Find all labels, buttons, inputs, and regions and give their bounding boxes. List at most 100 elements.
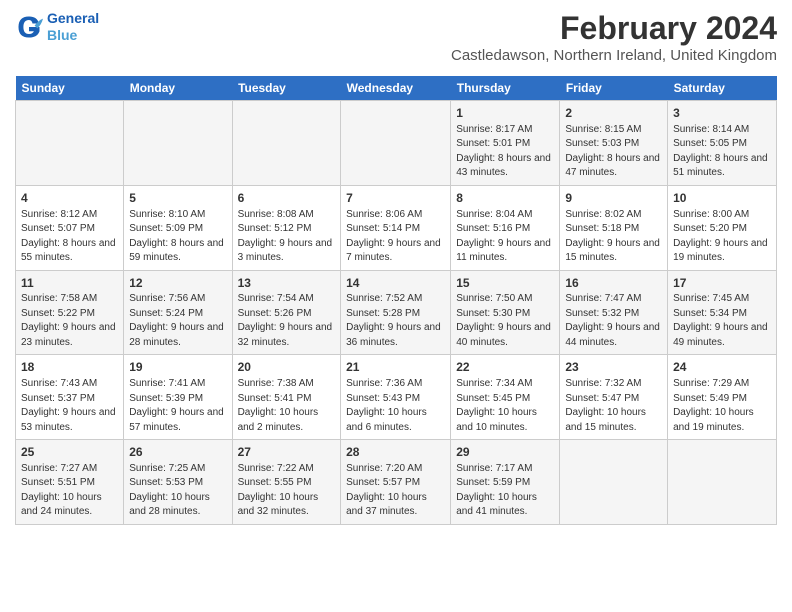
day-number: 22 [456,359,554,376]
day-info: Sunrise: 8:00 AM Sunset: 5:20 PM Dayligh… [673,208,771,266]
day-number: 21 [346,359,445,376]
day-info: Sunrise: 8:06 AM Sunset: 5:14 PM Dayligh… [346,208,445,266]
calendar-cell: 28Sunrise: 7:20 AM Sunset: 5:57 PM Dayli… [341,440,451,525]
calendar-cell: 4Sunrise: 8:12 AM Sunset: 5:07 PM Daylig… [16,185,124,270]
day-info: Sunrise: 7:34 AM Sunset: 5:45 PM Dayligh… [456,377,554,435]
day-info: Sunrise: 8:17 AM Sunset: 5:01 PM Dayligh… [456,123,554,181]
calendar-cell: 7Sunrise: 8:06 AM Sunset: 5:14 PM Daylig… [341,185,451,270]
day-of-week-header: Tuesday [232,76,341,101]
day-info: Sunrise: 8:04 AM Sunset: 5:16 PM Dayligh… [456,208,554,266]
day-number: 27 [238,444,336,461]
day-number: 13 [238,275,336,292]
calendar-cell: 26Sunrise: 7:25 AM Sunset: 5:53 PM Dayli… [124,440,232,525]
day-info: Sunrise: 8:02 AM Sunset: 5:18 PM Dayligh… [565,208,662,266]
day-info: Sunrise: 7:32 AM Sunset: 5:47 PM Dayligh… [565,377,662,435]
day-number: 10 [673,190,771,207]
calendar-cell [232,101,341,186]
calendar-cell: 14Sunrise: 7:52 AM Sunset: 5:28 PM Dayli… [341,270,451,355]
day-info: Sunrise: 7:29 AM Sunset: 5:49 PM Dayligh… [673,377,771,435]
calendar-cell: 23Sunrise: 7:32 AM Sunset: 5:47 PM Dayli… [560,355,668,440]
day-of-week-header: Wednesday [341,76,451,101]
day-info: Sunrise: 8:14 AM Sunset: 5:05 PM Dayligh… [673,123,771,181]
day-info: Sunrise: 7:27 AM Sunset: 5:51 PM Dayligh… [21,462,118,520]
calendar-cell: 19Sunrise: 7:41 AM Sunset: 5:39 PM Dayli… [124,355,232,440]
calendar-cell: 24Sunrise: 7:29 AM Sunset: 5:49 PM Dayli… [668,355,777,440]
day-info: Sunrise: 7:56 AM Sunset: 5:24 PM Dayligh… [129,292,226,350]
day-number: 18 [21,359,118,376]
calendar-cell: 5Sunrise: 8:10 AM Sunset: 5:09 PM Daylig… [124,185,232,270]
calendar-cell: 13Sunrise: 7:54 AM Sunset: 5:26 PM Dayli… [232,270,341,355]
day-number: 15 [456,275,554,292]
title-section: February 2024 Castledawson, Northern Ire… [451,10,777,70]
calendar-cell: 9Sunrise: 8:02 AM Sunset: 5:18 PM Daylig… [560,185,668,270]
day-info: Sunrise: 8:08 AM Sunset: 5:12 PM Dayligh… [238,208,336,266]
day-number: 16 [565,275,662,292]
logo-blue: Blue [47,27,99,44]
day-info: Sunrise: 8:10 AM Sunset: 5:09 PM Dayligh… [129,208,226,266]
day-info: Sunrise: 7:36 AM Sunset: 5:43 PM Dayligh… [346,377,445,435]
day-info: Sunrise: 7:22 AM Sunset: 5:55 PM Dayligh… [238,462,336,520]
calendar-cell: 16Sunrise: 7:47 AM Sunset: 5:32 PM Dayli… [560,270,668,355]
calendar-cell: 12Sunrise: 7:56 AM Sunset: 5:24 PM Dayli… [124,270,232,355]
day-number: 4 [21,190,118,207]
day-info: Sunrise: 7:50 AM Sunset: 5:30 PM Dayligh… [456,292,554,350]
day-number: 17 [673,275,771,292]
calendar-cell [560,440,668,525]
day-info: Sunrise: 7:43 AM Sunset: 5:37 PM Dayligh… [21,377,118,435]
calendar-cell: 1Sunrise: 8:17 AM Sunset: 5:01 PM Daylig… [451,101,560,186]
day-info: Sunrise: 7:58 AM Sunset: 5:22 PM Dayligh… [21,292,118,350]
day-of-week-header: Friday [560,76,668,101]
day-info: Sunrise: 7:41 AM Sunset: 5:39 PM Dayligh… [129,377,226,435]
day-info: Sunrise: 7:25 AM Sunset: 5:53 PM Dayligh… [129,462,226,520]
calendar-cell: 25Sunrise: 7:27 AM Sunset: 5:51 PM Dayli… [16,440,124,525]
calendar-cell [124,101,232,186]
logo-general: General [47,10,99,27]
day-number: 6 [238,190,336,207]
calendar-cell: 15Sunrise: 7:50 AM Sunset: 5:30 PM Dayli… [451,270,560,355]
calendar-cell: 20Sunrise: 7:38 AM Sunset: 5:41 PM Dayli… [232,355,341,440]
calendar-cell: 11Sunrise: 7:58 AM Sunset: 5:22 PM Dayli… [16,270,124,355]
calendar-cell: 2Sunrise: 8:15 AM Sunset: 5:03 PM Daylig… [560,101,668,186]
day-number: 19 [129,359,226,376]
calendar-cell [16,101,124,186]
logo: General Blue [15,10,99,44]
day-of-week-header: Monday [124,76,232,101]
day-number: 7 [346,190,445,207]
calendar-cell: 6Sunrise: 8:08 AM Sunset: 5:12 PM Daylig… [232,185,341,270]
day-number: 1 [456,105,554,122]
calendar-cell: 29Sunrise: 7:17 AM Sunset: 5:59 PM Dayli… [451,440,560,525]
day-number: 24 [673,359,771,376]
day-number: 20 [238,359,336,376]
day-number: 26 [129,444,226,461]
calendar-cell [341,101,451,186]
day-number: 12 [129,275,226,292]
calendar-cell: 10Sunrise: 8:00 AM Sunset: 5:20 PM Dayli… [668,185,777,270]
calendar-cell: 22Sunrise: 7:34 AM Sunset: 5:45 PM Dayli… [451,355,560,440]
calendar-cell: 8Sunrise: 8:04 AM Sunset: 5:16 PM Daylig… [451,185,560,270]
day-number: 23 [565,359,662,376]
day-info: Sunrise: 8:15 AM Sunset: 5:03 PM Dayligh… [565,123,662,181]
day-number: 11 [21,275,118,292]
day-number: 28 [346,444,445,461]
day-info: Sunrise: 7:17 AM Sunset: 5:59 PM Dayligh… [456,462,554,520]
day-info: Sunrise: 7:54 AM Sunset: 5:26 PM Dayligh… [238,292,336,350]
day-number: 3 [673,105,771,122]
day-number: 14 [346,275,445,292]
day-number: 25 [21,444,118,461]
calendar-cell: 3Sunrise: 8:14 AM Sunset: 5:05 PM Daylig… [668,101,777,186]
calendar-cell: 17Sunrise: 7:45 AM Sunset: 5:34 PM Dayli… [668,270,777,355]
day-info: Sunrise: 7:38 AM Sunset: 5:41 PM Dayligh… [238,377,336,435]
day-number: 8 [456,190,554,207]
calendar-table: SundayMondayTuesdayWednesdayThursdayFrid… [15,76,777,525]
calendar-cell: 18Sunrise: 7:43 AM Sunset: 5:37 PM Dayli… [16,355,124,440]
day-info: Sunrise: 7:47 AM Sunset: 5:32 PM Dayligh… [565,292,662,350]
day-number: 9 [565,190,662,207]
day-of-week-header: Saturday [668,76,777,101]
day-number: 2 [565,105,662,122]
calendar-cell: 21Sunrise: 7:36 AM Sunset: 5:43 PM Dayli… [341,355,451,440]
day-info: Sunrise: 7:20 AM Sunset: 5:57 PM Dayligh… [346,462,445,520]
day-info: Sunrise: 7:45 AM Sunset: 5:34 PM Dayligh… [673,292,771,350]
day-info: Sunrise: 8:12 AM Sunset: 5:07 PM Dayligh… [21,208,118,266]
day-info: Sunrise: 7:52 AM Sunset: 5:28 PM Dayligh… [346,292,445,350]
day-number: 29 [456,444,554,461]
